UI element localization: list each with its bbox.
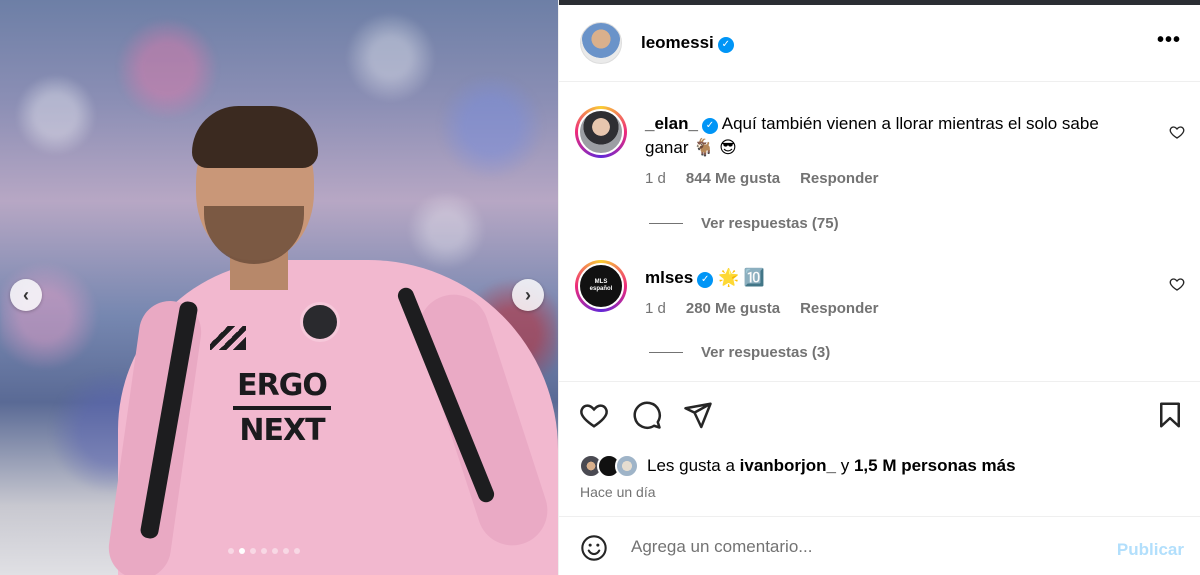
comment-username[interactable]: mlses <box>645 268 693 287</box>
mls-logo-text: MLS español <box>589 279 613 292</box>
reply-button[interactable]: Responder <box>800 300 878 317</box>
carousel-dot <box>294 548 300 554</box>
sponsor-line1: ERGO <box>237 368 328 403</box>
like-heart-icon[interactable] <box>579 400 609 430</box>
chevron-left-icon: ‹ <box>23 284 29 305</box>
comment-meta: 1 d 280 Me gusta Responder <box>645 300 878 317</box>
comment-likes[interactable]: 844 Me gusta <box>686 170 780 187</box>
more-horizontal-icon[interactable]: ••• <box>1157 29 1181 52</box>
replies-divider <box>649 223 683 224</box>
comment-time: 1 d <box>645 300 666 317</box>
comment-like-heart-icon[interactable] <box>1169 276 1185 292</box>
share-paper-plane-icon[interactable] <box>683 400 713 430</box>
emoji-smiley-icon[interactable] <box>580 534 608 562</box>
liked-by-row: Les gusta a ivanborjon_ y 1,5 M personas… <box>579 454 1016 478</box>
commenter-avatar[interactable] <box>578 109 624 155</box>
comment-body: _elan_ ✓ Aquí también vienen a llorar mie… <box>645 112 1145 160</box>
liked-by-user-link[interactable]: ivanborjon_ <box>740 456 836 475</box>
hair <box>192 106 318 168</box>
liked-by-text: Les gusta a ivanborjon_ y 1,5 M personas… <box>647 456 1016 476</box>
carousel-dot <box>250 548 256 554</box>
verified-icon: ✓ <box>717 36 734 53</box>
jersey-sponsor: ERGO NEXT <box>222 368 342 448</box>
comment-bubble-icon[interactable] <box>632 400 662 430</box>
post-comment-button[interactable]: Publicar <box>1117 540 1184 560</box>
author-username-text[interactable]: leomessi <box>641 33 714 52</box>
reply-button[interactable]: Responder <box>800 170 878 187</box>
carousel-dot <box>239 548 245 554</box>
player-photo: ERGO NEXT <box>104 106 558 575</box>
view-replies-button[interactable]: Ver respuestas (75) <box>649 215 839 232</box>
liked-by-prefix: Les gusta a <box>647 456 735 475</box>
club-crest-icon <box>300 302 340 342</box>
view-replies-button[interactable]: Ver respuestas (3) <box>649 344 830 361</box>
carousel-dot <box>261 548 267 554</box>
author-avatar[interactable] <box>580 22 622 64</box>
brand-logo-icon <box>210 326 246 350</box>
instagram-post-view: ERGO NEXT ‹ › leomessi ✓ ••• _elan_ ✓ Aquí… <box>0 0 1200 575</box>
comment-input[interactable] <box>631 532 1091 562</box>
liked-by-count-link[interactable]: 1,5 M personas más <box>854 456 1016 475</box>
carousel-dot <box>228 548 234 554</box>
liker-avatar[interactable] <box>615 454 639 478</box>
verified-icon: ✓ <box>701 118 718 134</box>
author-username[interactable]: leomessi ✓ <box>641 33 734 53</box>
add-comment-bar: Publicar <box>559 518 1200 575</box>
liked-by-joiner: y <box>840 456 850 475</box>
post-timestamp[interactable]: Hace un día <box>580 484 656 500</box>
carousel-next-button[interactable]: › <box>512 279 544 311</box>
sponsor-line2: NEXT <box>239 413 325 448</box>
bookmark-icon[interactable] <box>1155 400 1185 430</box>
verified-icon: ✓ <box>697 272 714 288</box>
commenter-avatar[interactable]: MLS español <box>578 263 624 309</box>
comment-like-heart-icon[interactable] <box>1169 124 1185 140</box>
comment-meta: 1 d 844 Me gusta Responder <box>645 170 878 187</box>
carousel-dot <box>272 548 278 554</box>
comment-likes[interactable]: 280 Me gusta <box>686 300 780 317</box>
comment-body: mlses ✓ 🌟 🔟 <box>645 266 1145 290</box>
comment-time: 1 d <box>645 170 666 187</box>
carousel-dots <box>228 548 300 554</box>
comment-text: 🌟 🔟 <box>717 268 765 287</box>
post-header: leomessi ✓ ••• <box>559 5 1200 82</box>
comment-username[interactable]: _elan_ <box>645 114 698 133</box>
replies-divider <box>649 352 683 353</box>
post-actions: Les gusta a ivanborjon_ y 1,5 M personas… <box>559 381 1200 517</box>
carousel-dot <box>283 548 289 554</box>
post-media[interactable]: ERGO NEXT ‹ › <box>0 0 558 575</box>
story-ring[interactable]: MLS español <box>575 260 627 312</box>
post-sidebar: leomessi ✓ ••• _elan_ ✓ Aquí también viene… <box>558 0 1200 575</box>
sponsor-divider <box>233 406 331 410</box>
story-ring[interactable] <box>575 106 627 158</box>
chevron-right-icon: › <box>525 284 531 305</box>
view-replies-label[interactable]: Ver respuestas (75) <box>701 215 839 232</box>
beard <box>204 206 304 264</box>
carousel-prev-button[interactable]: ‹ <box>10 279 42 311</box>
view-replies-label[interactable]: Ver respuestas (3) <box>701 344 830 361</box>
